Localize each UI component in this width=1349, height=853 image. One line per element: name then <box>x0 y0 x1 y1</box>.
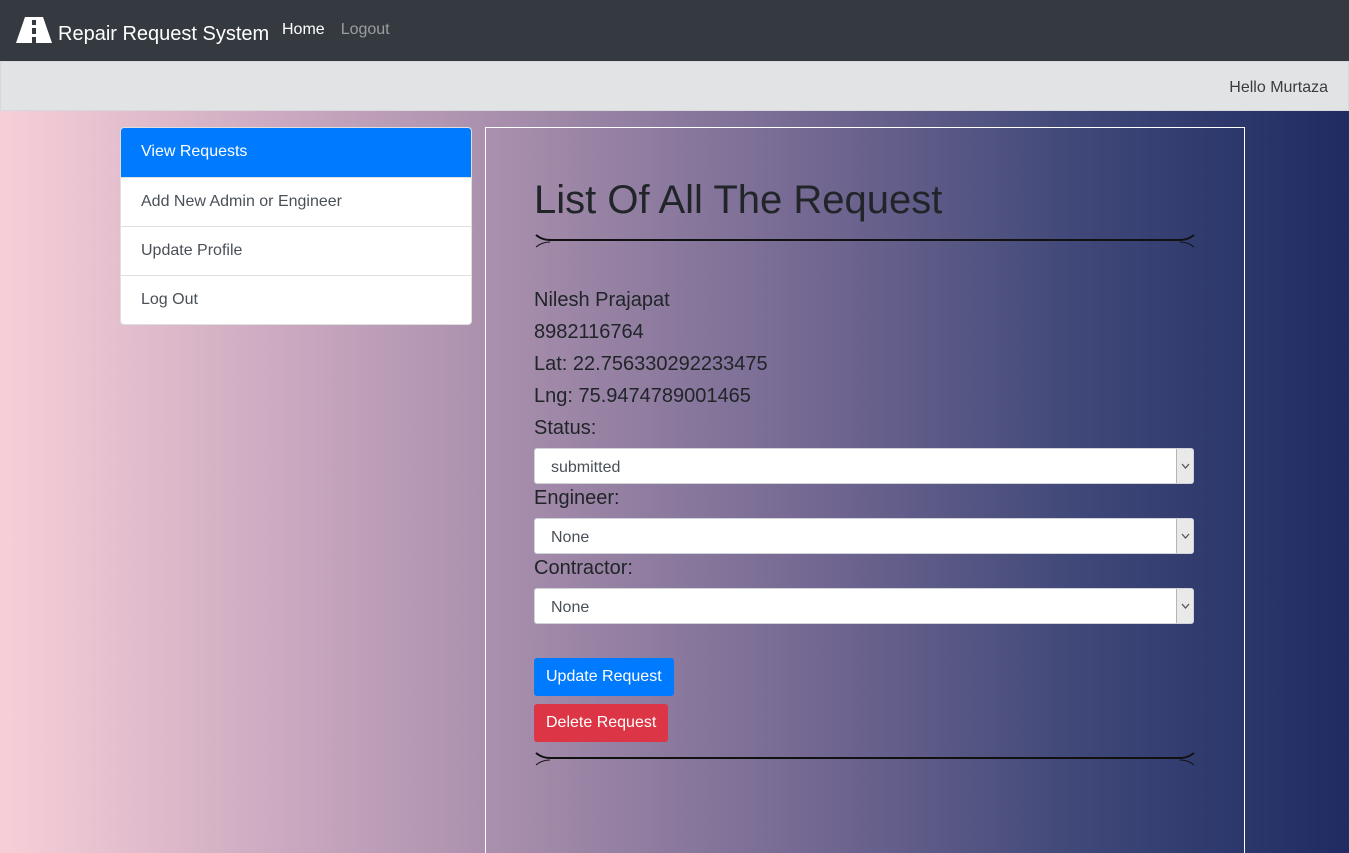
sidebar-item-add-admin-engineer[interactable]: Add New Admin or Engineer <box>121 177 471 226</box>
status-select-value: submitted <box>551 459 621 476</box>
sidebar-item-view-requests[interactable]: View Requests <box>121 128 471 177</box>
status-select[interactable]: submitted <box>534 448 1194 484</box>
engineer-label: Engineer: <box>534 487 620 509</box>
request-panel: List Of All The Request Nilesh Prajapat … <box>485 127 1245 853</box>
request-phone: 8982116764 <box>534 321 644 343</box>
status-label: Status: <box>534 417 597 439</box>
greeting-text: Hello Murtaza <box>1229 79 1328 96</box>
delete-request-button[interactable]: Delete Request <box>534 704 669 742</box>
greeting-bar: Hello Murtaza <box>0 61 1349 111</box>
chevron-down-icon <box>1176 449 1193 483</box>
engineer-select[interactable]: None <box>534 518 1194 554</box>
request-name: Nilesh Prajapat <box>534 289 670 311</box>
brand[interactable]: Repair Request System <box>16 16 270 45</box>
nav-logout-link[interactable]: Logout <box>341 21 390 39</box>
request-lng: Lng: 75.9474789001465 <box>534 385 751 407</box>
request-divider <box>535 752 1195 766</box>
contractor-label: Contractor: <box>534 557 633 579</box>
contractor-select-value: None <box>551 599 590 616</box>
title-divider <box>535 234 1195 248</box>
road-icon <box>16 17 52 43</box>
sidebar-item-log-out[interactable]: Log Out <box>121 275 471 324</box>
nav-home-link[interactable]: Home <box>282 21 325 39</box>
top-navbar: Repair Request System Home Logout <box>0 0 1349 61</box>
contractor-select[interactable]: None <box>534 588 1194 624</box>
engineer-select-value: None <box>551 529 590 546</box>
chevron-down-icon <box>1176 519 1193 553</box>
sidebar-item-update-profile[interactable]: Update Profile <box>121 226 471 275</box>
update-request-button[interactable]: Update Request <box>534 658 674 696</box>
request-lat: Lat: 22.756330292233475 <box>534 353 768 375</box>
nav-links: Home Logout <box>282 21 390 39</box>
chevron-down-icon <box>1176 589 1193 623</box>
page-title: List Of All The Request <box>534 178 943 222</box>
brand-title: Repair Request System <box>58 22 270 45</box>
sidebar-menu: View Requests Add New Admin or Engineer … <box>120 127 472 325</box>
